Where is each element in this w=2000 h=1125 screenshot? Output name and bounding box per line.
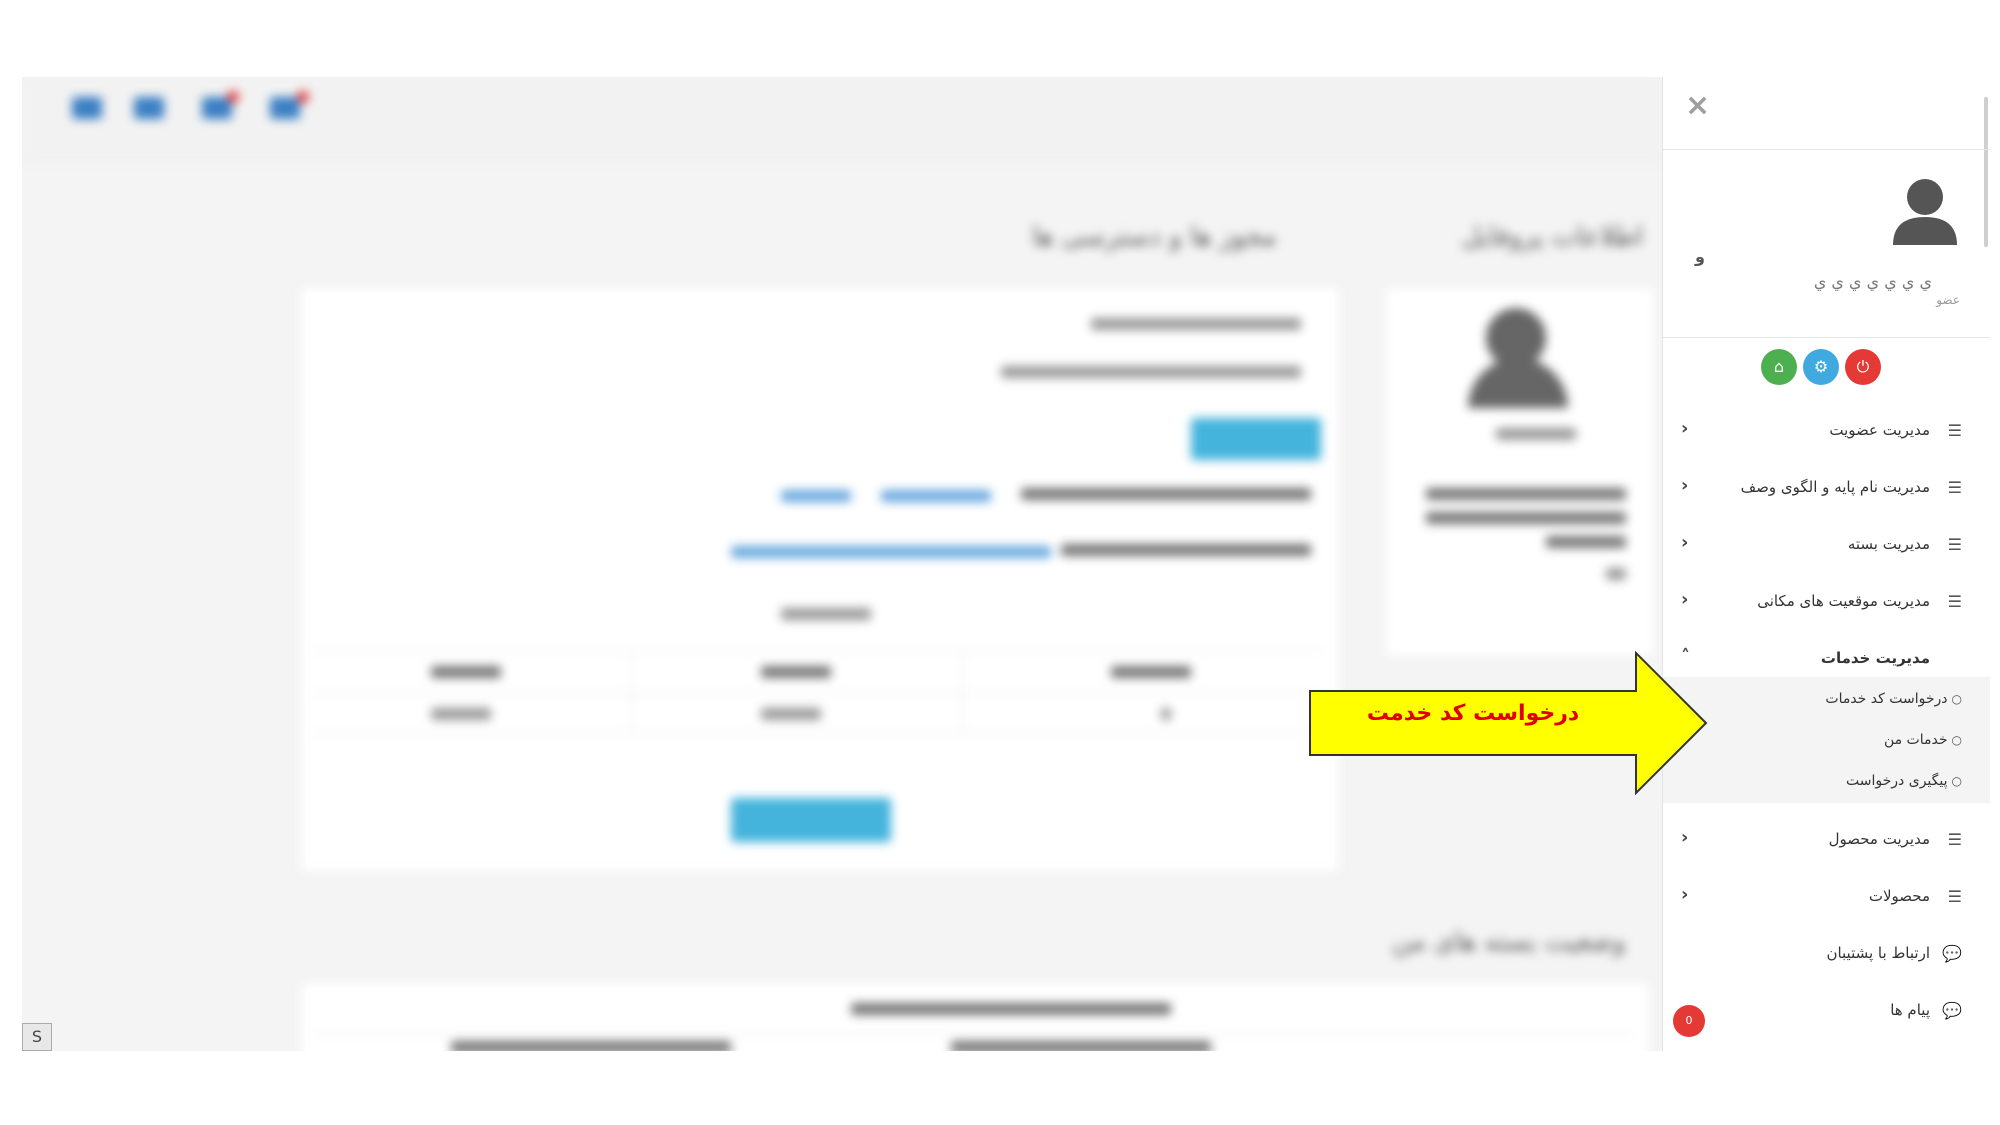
menu-item-label: مدیریت موقعیت های مکانی: [1757, 592, 1930, 610]
menu-item-label: مدیریت محصول: [1828, 830, 1930, 848]
menu-item-label: محصولات: [1868, 887, 1930, 905]
section-title-profile: اطلاعات پروفایل: [1462, 222, 1644, 252]
chevron-left-icon: ‹: [1681, 418, 1689, 439]
profile-panel: [1385, 287, 1655, 657]
menu-item-services[interactable]: مدیریت خدمات ˄: [1663, 636, 1990, 682]
chevron-left-icon: ‹: [1681, 532, 1689, 553]
s-badge: S: [22, 1023, 52, 1051]
chevron-left-icon: ‹: [1681, 827, 1689, 848]
logout-button[interactable]: ⏻: [1845, 349, 1881, 385]
services-submenu: ○درخواست کد خدمات ○خدمات من ○پیگیری درخو…: [1663, 677, 1990, 803]
list-icon: ☰: [1947, 592, 1962, 611]
circle-icon: ○: [1951, 733, 1962, 747]
circle-icon: ○: [1951, 774, 1962, 788]
menu-item-locations[interactable]: ☰ مدیریت موقعیت های مکانی ‹: [1663, 579, 1990, 625]
list-icon: ☰: [1947, 830, 1962, 849]
chat-icon: 💬: [1942, 1001, 1962, 1020]
user-name: ي ي ي ي ي ي ي: [1813, 272, 1932, 291]
submenu-item-label: خدمات من: [1883, 732, 1948, 748]
submenu-item-label: پیگیری درخواست: [1846, 773, 1948, 789]
menu-item-messages[interactable]: 💬 پیام ها: [1663, 988, 1990, 1034]
chat-icon: 💬: [1942, 944, 1962, 963]
arrow-callout: درخواست کد خدمت: [1308, 650, 1708, 796]
submenu-item-label: درخواست کد خدمات: [1825, 691, 1948, 707]
menu-item-label: پیام ها: [1890, 1001, 1930, 1019]
menu-item-label: مدیریت خدمات: [1820, 649, 1930, 667]
divider: [1663, 149, 1990, 150]
menu-item-products[interactable]: ☰ محصولات ‹: [1663, 874, 1990, 920]
list-icon: ☰: [1947, 421, 1962, 440]
divider: [1663, 337, 1990, 338]
menu-item-support[interactable]: 💬 ارتباط با پشتیبان: [1663, 931, 1990, 977]
user-avatar-icon: [1893, 179, 1957, 245]
packages-panel: [300, 982, 1650, 1051]
home-button[interactable]: ⌂: [1761, 349, 1797, 385]
chevron-left-icon: ‹: [1681, 475, 1689, 496]
list-icon: ☰: [1947, 478, 1962, 497]
permissions-panel: [300, 287, 1340, 872]
chevron-left-icon: ‹: [1681, 589, 1689, 610]
list-icon: ☰: [1947, 535, 1962, 554]
menu-item-label: مدیریت عضویت: [1829, 421, 1930, 439]
menu-item-package[interactable]: ☰ مدیریت بسته ‹: [1663, 522, 1990, 568]
menu-item-label: مدیریت بسته: [1847, 535, 1930, 553]
envelope-icon: [134, 97, 164, 119]
section-title-permissions: مجوز ها و دسترسی ها: [1032, 222, 1277, 252]
chevron-left-icon: ‹: [1681, 884, 1689, 905]
notification-dot: [227, 91, 239, 103]
top-navbar: [22, 77, 1662, 162]
menu-item-label: مدیریت نام پایه و الگوی وصف: [1740, 478, 1930, 496]
notification-dot: [297, 91, 309, 103]
callout-text: درخواست کد خدمت: [1366, 701, 1580, 726]
slide-canvas: مجوز ها و دسترسی ها اطلاعات پروفایل وضعی…: [0, 0, 2000, 1125]
menu-item-label: ارتباط با پشتیبان: [1826, 944, 1930, 962]
blurred-app-background: مجوز ها و دسترسی ها اطلاعات پروفایل وضعی…: [22, 77, 1662, 1051]
messages-count-badge: 0: [1673, 1005, 1705, 1037]
user-role: عضو: [1936, 293, 1960, 307]
bell-icon: [270, 97, 300, 119]
menu-item-product-management[interactable]: ☰ مدیریت محصول ‹: [1663, 817, 1990, 863]
home-icon: ⌂: [1773, 357, 1785, 376]
sidebar-scrollbar[interactable]: [1984, 97, 1988, 247]
submenu-item-request-service-code[interactable]: ○درخواست کد خدمات: [1825, 691, 1962, 707]
gear-icon: ⚙: [1813, 357, 1829, 376]
section-title-packages: وضعیت بسته های من: [1392, 927, 1626, 957]
close-icon[interactable]: ×: [1685, 91, 1710, 121]
menu-item-base-name[interactable]: ☰ مدیریت نام پایه و الگوی وصف ‹: [1663, 465, 1990, 511]
menu-item-membership[interactable]: ☰ مدیریت عضویت ‹: [1663, 408, 1990, 454]
list-icon: ☰: [1947, 887, 1962, 906]
settings-button[interactable]: ⚙: [1803, 349, 1839, 385]
power-icon: ⏻: [1856, 357, 1870, 376]
submenu-item-my-services[interactable]: ○خدمات من: [1884, 732, 1962, 748]
submenu-item-track-request[interactable]: ○پیگیری درخواست: [1846, 773, 1962, 789]
sidebar-panel: × و ي ي ي ي ي ي ي عضو ⌂ ⚙ ⏻ ☰ مدیریت عضو…: [1662, 77, 1990, 1051]
envelope-icon: [72, 97, 102, 119]
user-extra-char: و: [1695, 247, 1705, 266]
circle-icon: ○: [1951, 692, 1962, 706]
